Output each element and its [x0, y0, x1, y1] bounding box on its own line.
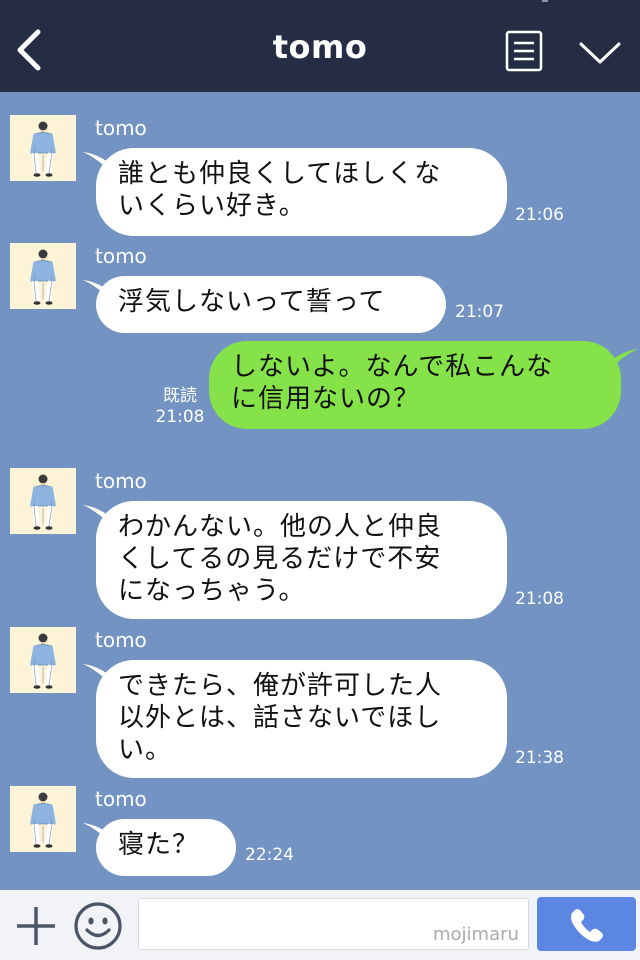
- sender-name: tomo: [95, 244, 147, 268]
- message-line: 寝た？: [118, 830, 200, 860]
- message-line: になっちゃう。: [118, 576, 306, 606]
- avatar-image: [10, 115, 76, 181]
- message-line: できたら、俺が許可した人: [118, 671, 443, 701]
- chat-title: tomo: [272, 28, 368, 66]
- avatar-image: [10, 243, 76, 309]
- watermark-text: mojimaru: [433, 924, 519, 945]
- list-menu-icon: [505, 30, 543, 72]
- plus-icon: [17, 907, 55, 945]
- message-bubble[interactable]: 誰とも仲良くしてほしくな いくらい好き。: [96, 148, 507, 236]
- message-time: 21:07: [455, 302, 504, 322]
- message-line: に信用ないの？: [231, 384, 421, 414]
- read-label: 既読: [163, 386, 197, 406]
- menu-button[interactable]: [505, 30, 543, 72]
- phone-icon: [571, 909, 603, 942]
- status-bar-fragment: [542, 0, 548, 2]
- sender-name: tomo: [95, 628, 147, 652]
- sender-name: tomo: [95, 787, 147, 811]
- message-line: わかんない。他の人と仲良: [118, 512, 443, 542]
- avatar-image: [10, 786, 76, 852]
- message-time: 21:38: [515, 748, 564, 768]
- call-button[interactable]: [537, 897, 636, 951]
- emoji-button[interactable]: [73, 901, 123, 951]
- collapse-button[interactable]: [578, 38, 622, 68]
- message-line: 浮気しないって誓って: [118, 287, 386, 317]
- message-line: 以外とは、話さないでほし: [118, 703, 442, 733]
- bubble-tail: [608, 349, 638, 371]
- message-line: しないよ。なんで私こんな: [231, 352, 554, 382]
- message-bubble[interactable]: 浮気しないって誓って: [96, 276, 446, 333]
- message-line: いくらい好き。: [118, 191, 306, 221]
- sender-avatar[interactable]: [10, 627, 76, 693]
- message-line: くしてるの見るだけで不安: [118, 544, 442, 574]
- sender-avatar[interactable]: [10, 786, 76, 852]
- chevron-down-icon: [579, 42, 621, 64]
- message-bubble[interactable]: しないよ。なんで私こんな に信用ないの？: [209, 341, 621, 429]
- avatar-image: [10, 627, 76, 693]
- message-bubble[interactable]: 寝た？: [96, 819, 236, 876]
- message-time: 21:06: [515, 205, 564, 225]
- message-time: 22:24: [245, 845, 294, 865]
- message-time: 21:08: [515, 589, 564, 609]
- add-button[interactable]: [14, 904, 58, 948]
- sender-avatar[interactable]: [10, 243, 76, 309]
- smiley-icon: [74, 902, 122, 950]
- sender-name: tomo: [95, 469, 147, 493]
- avatar-image: [10, 468, 76, 534]
- sender-name: tomo: [95, 116, 147, 140]
- message-time: 21:08: [155, 407, 205, 427]
- chat-header: tomo: [0, 0, 640, 92]
- sender-avatar[interactable]: [10, 115, 76, 181]
- message-line: い。: [118, 735, 173, 765]
- sender-avatar[interactable]: [10, 468, 76, 534]
- message-bubble[interactable]: できたら、俺が許可した人 以外とは、話さないでほし い。: [96, 660, 507, 778]
- read-receipt: 既読 21:08: [150, 386, 210, 428]
- message-line: 誰とも仲良くしてほしくな: [118, 159, 442, 189]
- message-bubble[interactable]: わかんない。他の人と仲良 くしてるの見るだけで不安 になっちゃう。: [96, 501, 507, 619]
